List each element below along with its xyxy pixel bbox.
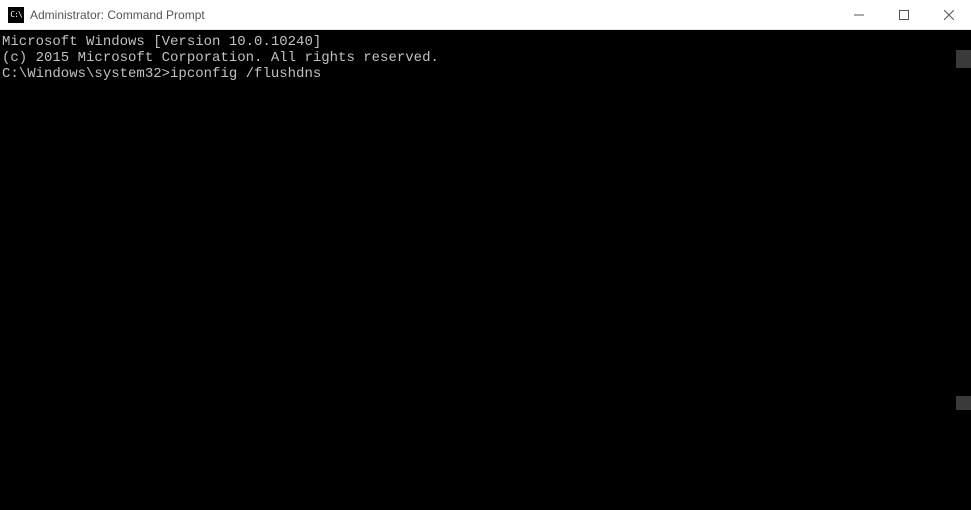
minimize-icon [854, 10, 864, 20]
minimize-button[interactable] [836, 0, 881, 29]
window-controls [836, 0, 971, 29]
window-title: Administrator: Command Prompt [30, 8, 836, 22]
vertical-scrollbar[interactable] [955, 30, 971, 510]
app-icon: C:\ [8, 7, 24, 23]
close-icon [944, 10, 954, 20]
console-output-line: (c) 2015 Microsoft Corporation. All righ… [2, 50, 953, 66]
console-prompt: C:\Windows\system32> [2, 66, 170, 82]
scrollbar-thumb[interactable] [956, 50, 971, 68]
scrollbar-thumb[interactable] [956, 396, 971, 410]
maximize-button[interactable] [881, 0, 926, 29]
titlebar[interactable]: C:\ Administrator: Command Prompt [0, 0, 971, 30]
app-icon-glyph: C:\ [10, 11, 21, 19]
console-output-line: Microsoft Windows [Version 10.0.10240] [2, 34, 953, 50]
console-prompt-line: C:\Windows\system32>ipconfig /flushdns [2, 66, 953, 82]
console-area[interactable]: Microsoft Windows [Version 10.0.10240](c… [0, 30, 971, 510]
close-button[interactable] [926, 0, 971, 29]
console-command: ipconfig /flushdns [170, 66, 321, 82]
console-content[interactable]: Microsoft Windows [Version 10.0.10240](c… [0, 30, 955, 510]
maximize-icon [899, 10, 909, 20]
